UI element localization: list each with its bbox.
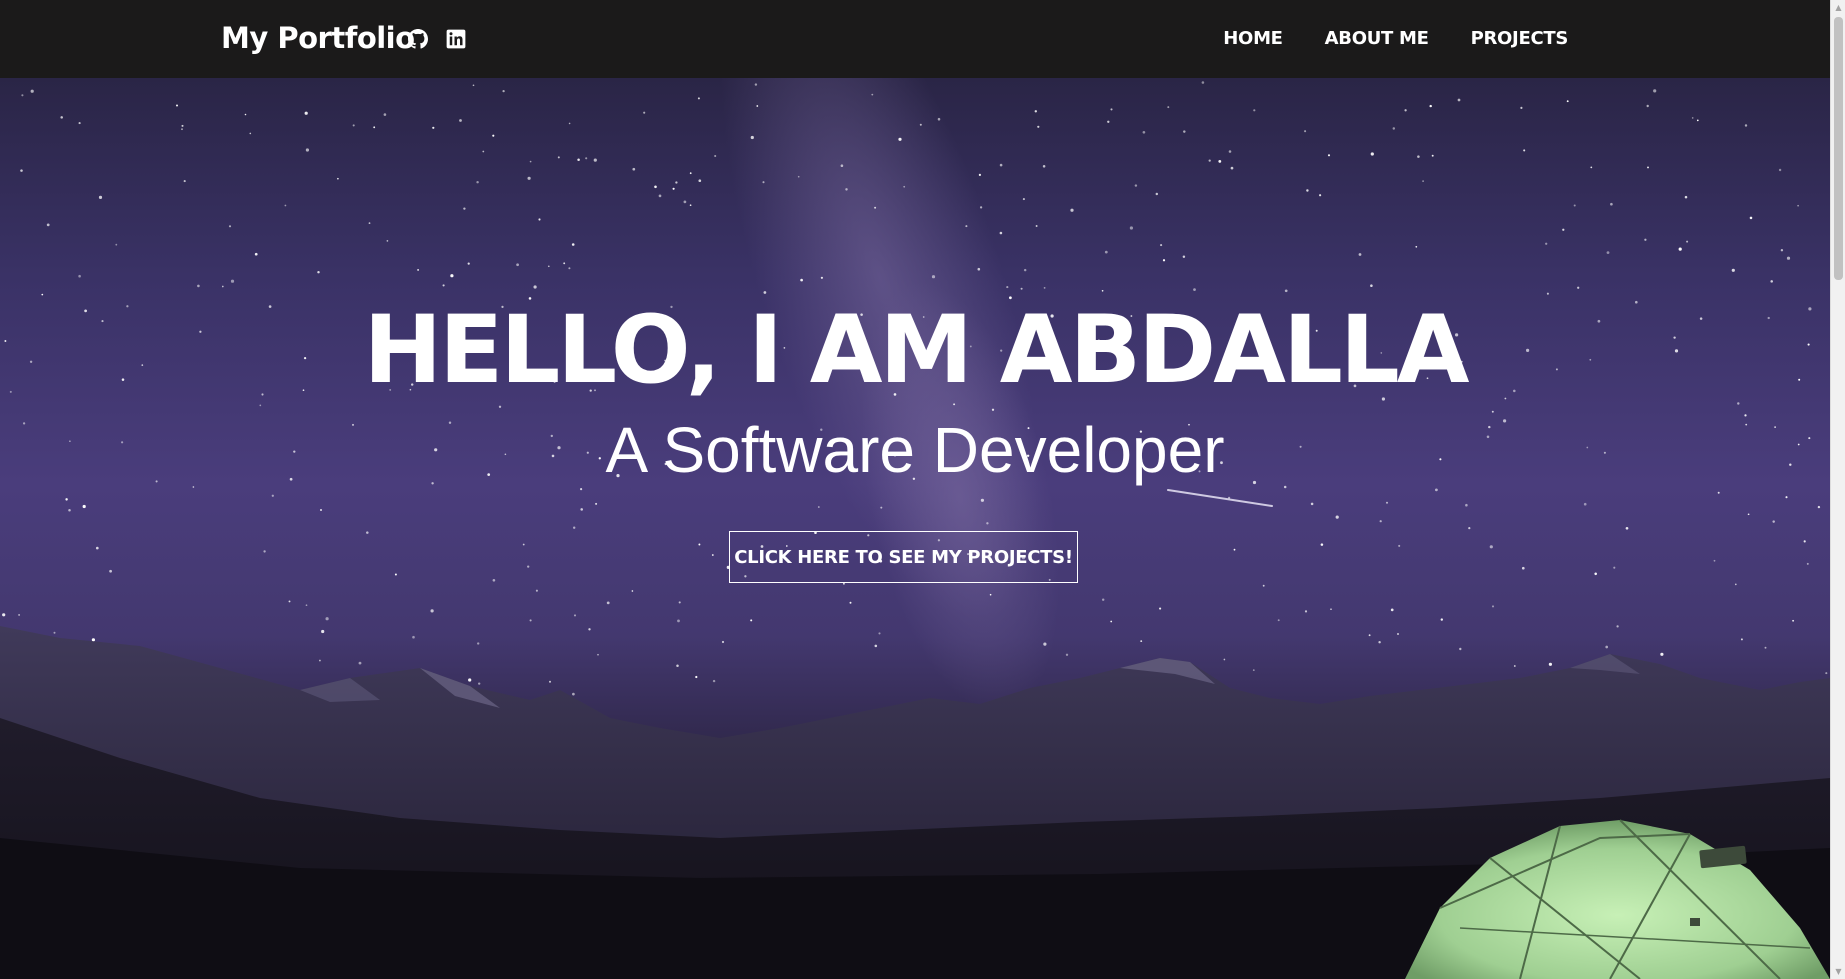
scrollbar-thumb[interactable] bbox=[1834, 17, 1843, 280]
portfolio-page: My Portfolio HOME ABOUT ME PROJECTS HELL… bbox=[0, 0, 1845, 979]
github-icon[interactable] bbox=[407, 28, 429, 50]
scroll-up-arrow-icon[interactable]: ▲ bbox=[1831, 0, 1845, 15]
hero-section: HELLO, I AM ABDALLA A Software Developer… bbox=[0, 78, 1830, 979]
vertical-scrollbar[interactable]: ▲ ▼ bbox=[1830, 0, 1845, 979]
nav-links: HOME ABOUT ME PROJECTS bbox=[1223, 27, 1568, 51]
linkedin-icon[interactable] bbox=[445, 28, 467, 50]
see-projects-button[interactable]: CLICK HERE TO SEE MY PROJECTS! bbox=[729, 531, 1078, 583]
hero-subtitle: A Software Developer bbox=[605, 414, 1225, 486]
nav-about-me[interactable]: ABOUT ME bbox=[1325, 27, 1429, 51]
brand-logo[interactable]: My Portfolio bbox=[221, 18, 415, 58]
hero-background-image bbox=[0, 78, 1830, 979]
top-navbar: My Portfolio HOME ABOUT ME PROJECTS bbox=[0, 0, 1830, 78]
hero-title: HELLO, I AM ABDALLA bbox=[363, 296, 1469, 405]
nav-home[interactable]: HOME bbox=[1223, 27, 1283, 51]
nav-projects[interactable]: PROJECTS bbox=[1471, 27, 1569, 51]
scroll-down-arrow-icon[interactable]: ▼ bbox=[1831, 964, 1845, 979]
